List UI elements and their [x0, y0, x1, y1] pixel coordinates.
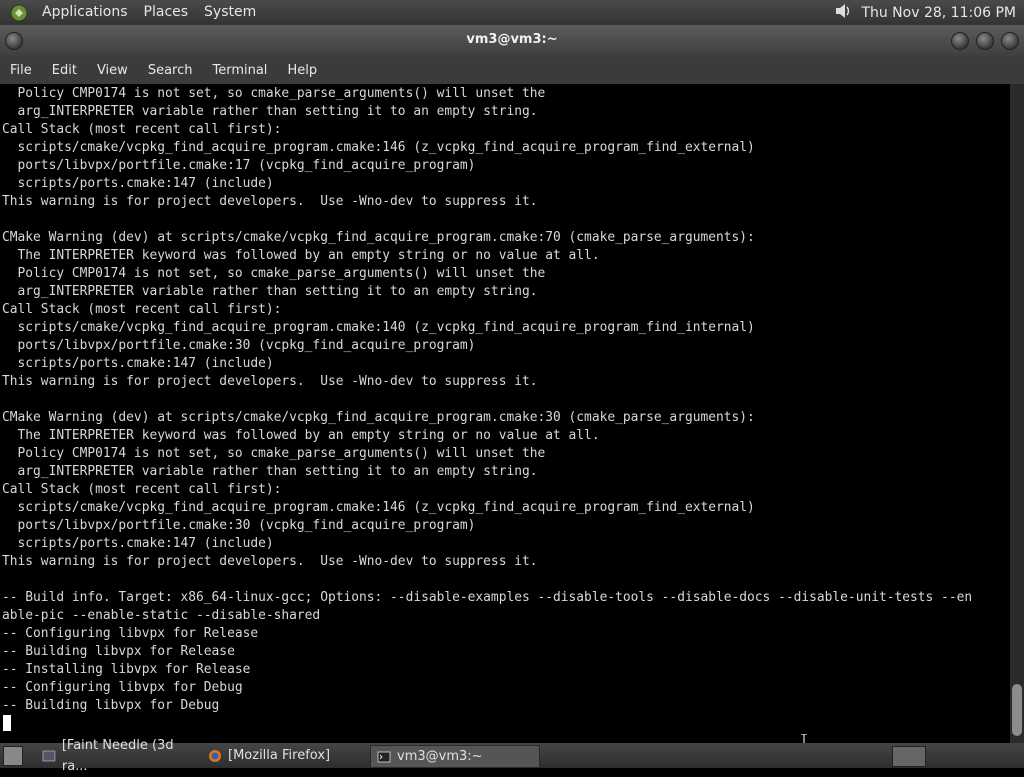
top-panel: Applications Places System Thu Nov 28, 1… [0, 0, 1024, 25]
speaker-icon[interactable] [833, 2, 853, 24]
terminal-line: arg_INTERPRETER variable rather than set… [2, 284, 538, 299]
terminal-menubar: File Edit View Search Terminal Help [0, 57, 1024, 84]
terminal-text: Policy CMP0174 is not set, so cmake_pars… [0, 84, 1010, 715]
terminal-line: -- Building libvpx for Release [2, 644, 235, 659]
terminal-line: ports/libvpx/portfile.cmake:30 (vcpkg_fi… [2, 518, 476, 533]
scrollbar-thumb[interactable] [1012, 684, 1022, 736]
menu-file[interactable]: File [0, 57, 42, 84]
terminal-line: Call Stack (most recent call first): [2, 482, 282, 497]
terminal-line: arg_INTERPRETER variable rather than set… [2, 464, 538, 479]
terminal-line: The INTERPRETER keyword was followed by … [2, 248, 600, 263]
terminal-line: scripts/ports.cmake:147 (include) [2, 356, 274, 371]
maximize-icon[interactable] [976, 32, 994, 50]
menu-terminal[interactable]: Terminal [202, 57, 277, 84]
terminal-line: This warning is for project developers. … [2, 374, 538, 389]
terminal-line: Policy CMP0174 is not set, so cmake_pars… [2, 446, 546, 461]
terminal-scrollbar[interactable] [1010, 84, 1024, 743]
task-label: [Faint Needle (3d ra... [61, 737, 174, 774]
task-terminal[interactable]: vm3@vm3:~ [370, 745, 540, 768]
task-firefox[interactable]: [Mozilla Firefox] [202, 745, 368, 766]
workspace-switcher[interactable] [892, 746, 926, 767]
terminal-line: scripts/cmake/vcpkg_find_acquire_program… [2, 500, 755, 515]
window-titlebar[interactable]: vm3@vm3:~ [0, 25, 1024, 57]
show-desktop-icon[interactable] [3, 746, 23, 766]
task-faint-needle[interactable]: [Faint Needle (3d ra... [36, 738, 202, 774]
menu-edit[interactable]: Edit [42, 57, 87, 84]
app-icon [42, 750, 56, 761]
places-menu[interactable]: Places [136, 0, 197, 25]
terminal-line: -- Build info. Target: x86_64-linux-gcc;… [2, 590, 973, 605]
system-menu[interactable]: System [196, 0, 264, 25]
terminal-line: scripts/ports.cmake:147 (include) [2, 536, 274, 551]
terminal-line: able-pic --enable-static --disable-share… [2, 608, 321, 623]
terminal-line: The INTERPRETER keyword was followed by … [2, 428, 600, 443]
terminal-line: Policy CMP0174 is not set, so cmake_pars… [2, 266, 546, 281]
terminal-line: ports/libvpx/portfile.cmake:17 (vcpkg_fi… [2, 158, 476, 173]
terminal-line: This warning is for project developers. … [2, 554, 538, 569]
bottom-panel: [Faint Needle (3d ra... [Mozilla Firefox… [0, 738, 1024, 774]
terminal-icon [377, 751, 391, 762]
terminal-line: -- Installing libvpx for Release [2, 662, 251, 677]
menu-view[interactable]: View [87, 57, 138, 84]
terminal-line: CMake Warning (dev) at scripts/cmake/vcp… [2, 410, 755, 425]
window-title: vm3@vm3:~ [466, 32, 558, 47]
terminal-line: Policy CMP0174 is not set, so cmake_pars… [2, 86, 546, 101]
terminal-line: -- Configuring libvpx for Release [2, 626, 259, 641]
terminal-line: Call Stack (most recent call first): [2, 302, 282, 317]
close-icon[interactable] [1001, 32, 1019, 50]
task-label: vm3@vm3:~ [397, 749, 483, 764]
text-cursor [3, 715, 11, 731]
terminal-line: CMake Warning (dev) at scripts/cmake/vcp… [2, 230, 755, 245]
terminal-line: This warning is for project developers. … [2, 194, 538, 209]
distro-logo-icon[interactable] [8, 3, 30, 23]
terminal-line: scripts/ports.cmake:147 (include) [2, 176, 274, 191]
firefox-icon [209, 749, 221, 762]
terminal-line: arg_INTERPRETER variable rather than set… [2, 104, 538, 119]
applications-menu[interactable]: Applications [34, 0, 136, 25]
clock[interactable]: Thu Nov 28, 11:06 PM [853, 5, 1020, 21]
minimize-icon[interactable] [951, 32, 969, 50]
task-label: [Mozilla Firefox] [228, 748, 331, 763]
menu-help[interactable]: Help [277, 57, 327, 84]
terminal-line: -- Building libvpx for Debug [2, 698, 220, 713]
terminal-line: scripts/cmake/vcpkg_find_acquire_program… [2, 140, 755, 155]
terminal-output[interactable]: Policy CMP0174 is not set, so cmake_pars… [0, 84, 1010, 743]
menu-search[interactable]: Search [138, 57, 203, 84]
terminal-line: Call Stack (most recent call first): [2, 122, 282, 137]
terminal-line: ports/libvpx/portfile.cmake:30 (vcpkg_fi… [2, 338, 476, 353]
terminal-line: -- Configuring libvpx for Debug [2, 680, 243, 695]
terminal-line: scripts/cmake/vcpkg_find_acquire_program… [2, 320, 755, 335]
